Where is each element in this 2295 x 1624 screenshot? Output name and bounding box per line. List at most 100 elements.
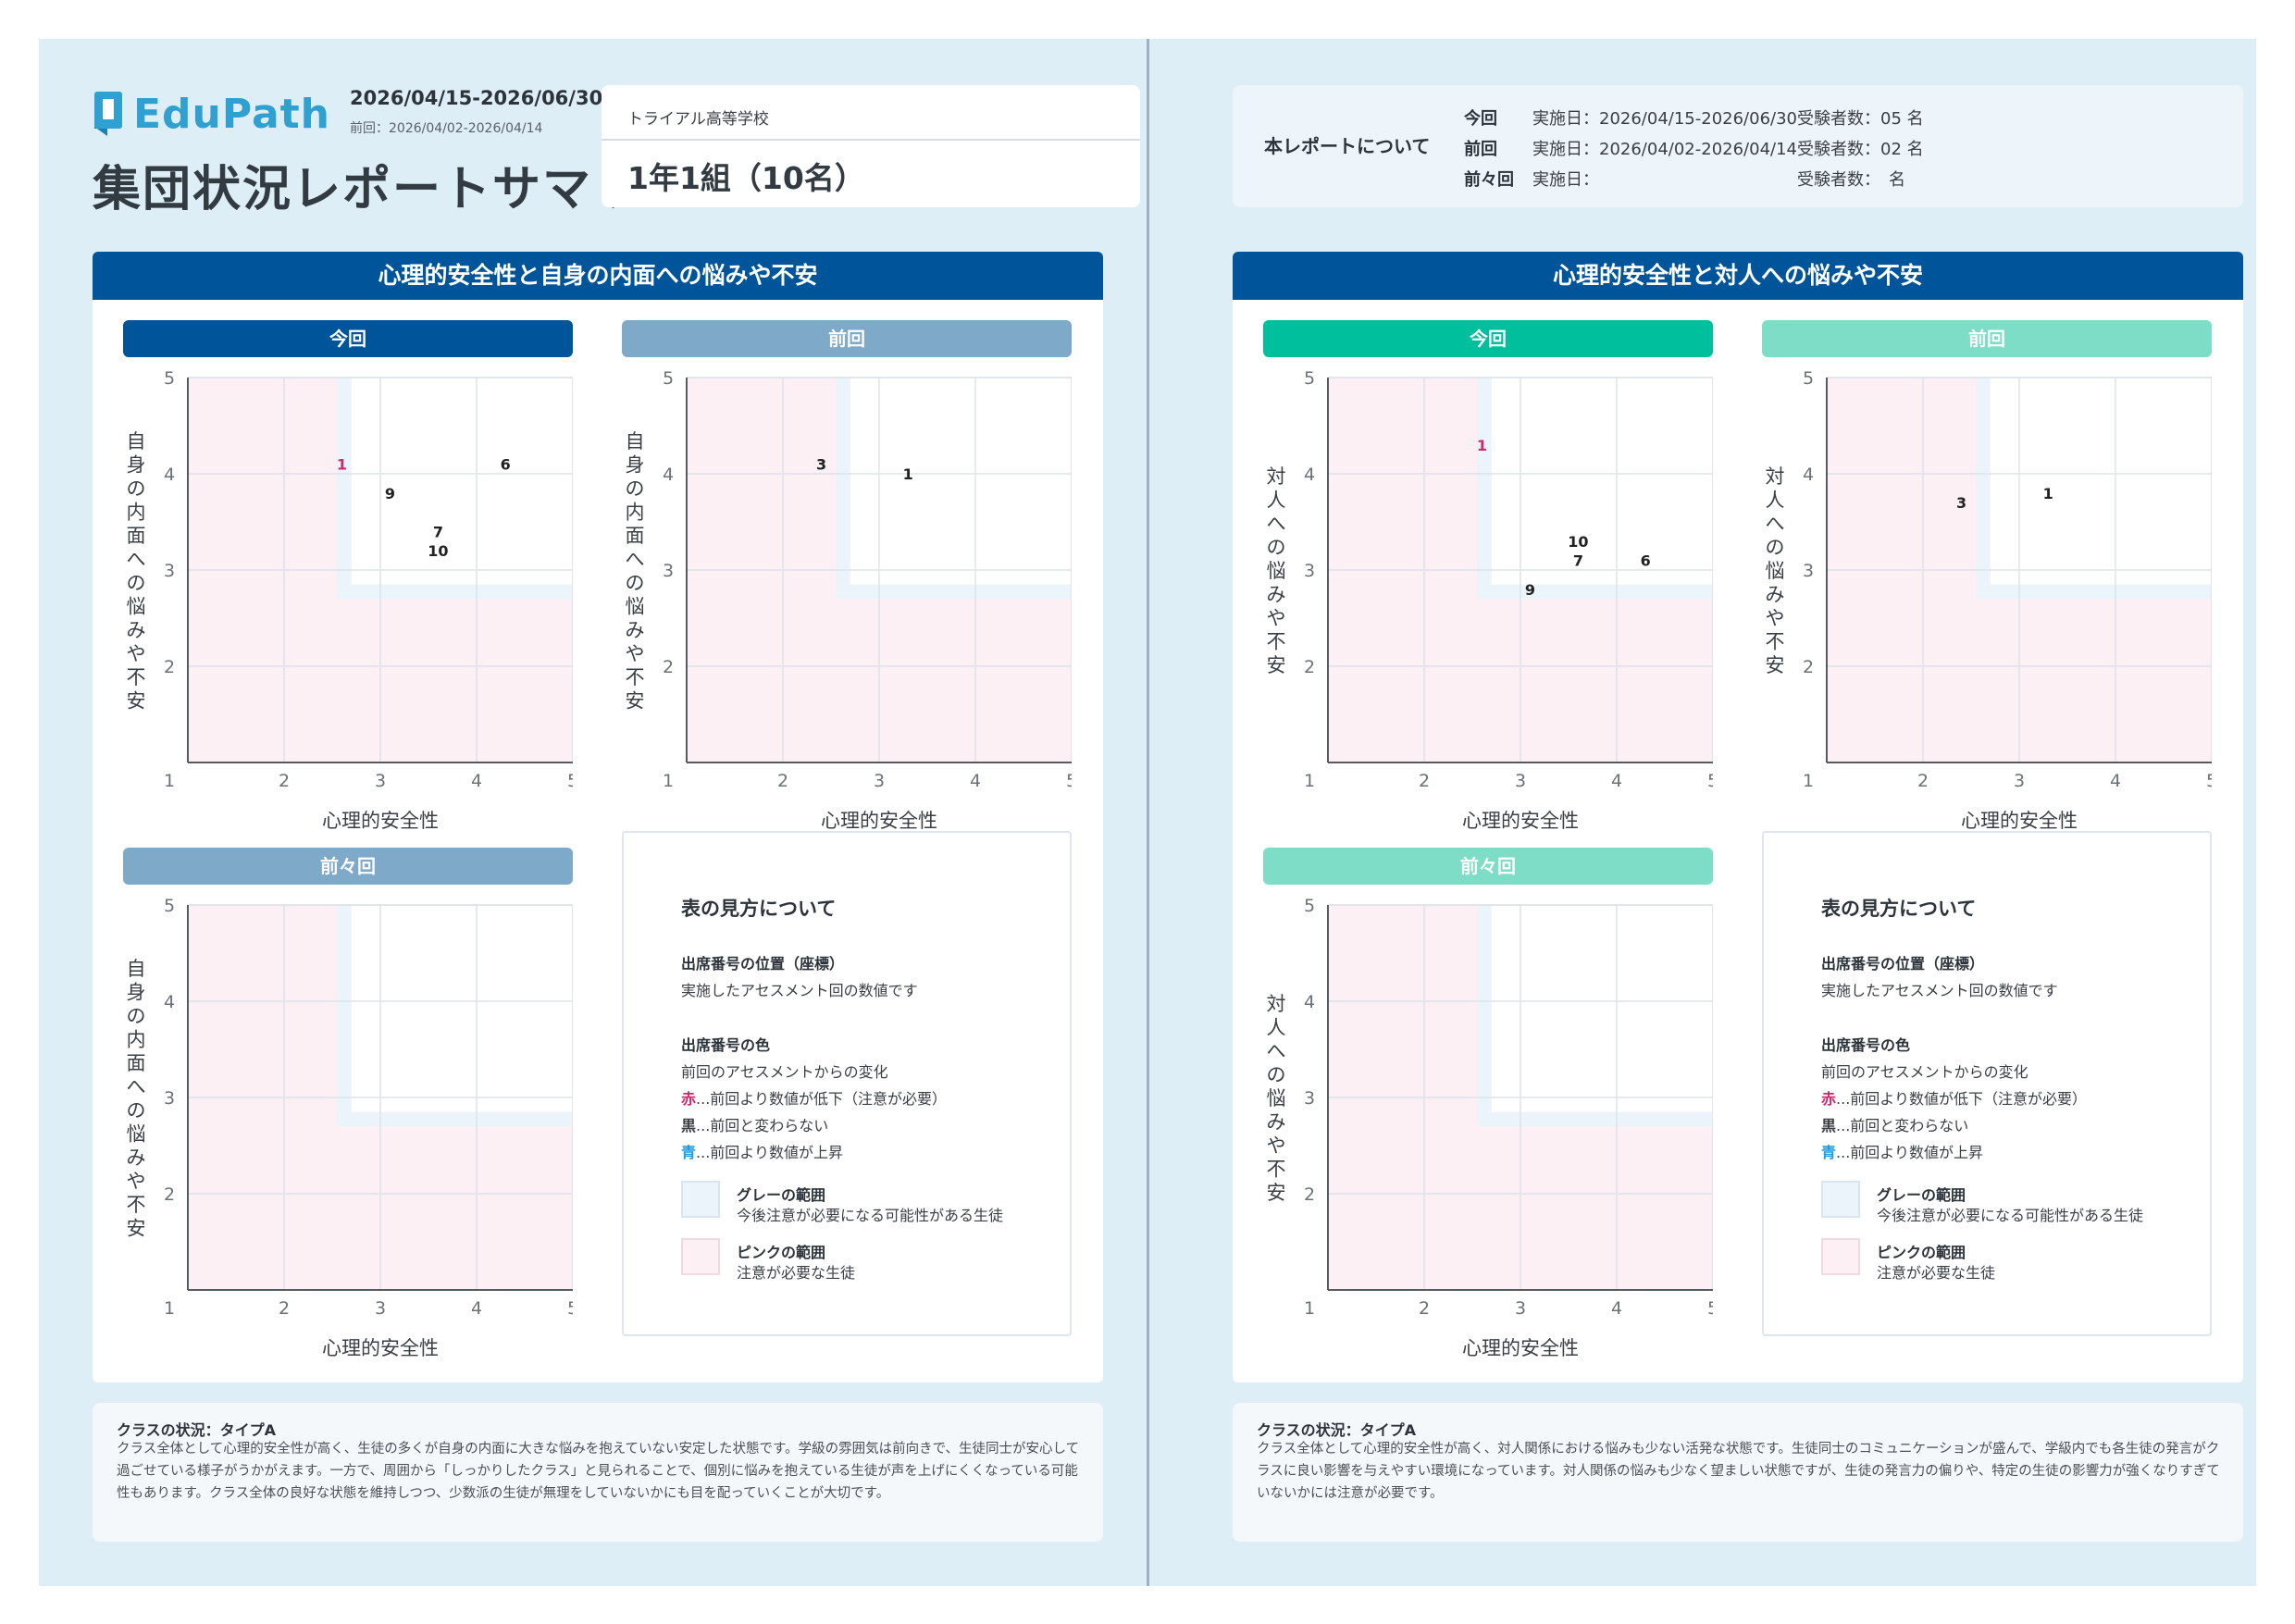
chart-previous: 前回 1 2 3 4 5 2 3 4 5 心理的安全性 対人への悩みや不安 3 1 (1762, 320, 2212, 829)
y-axis-label-char: み (626, 619, 645, 641)
y-axis-label-char: や (127, 642, 146, 664)
y-axis-label-char: 安 (626, 689, 645, 712)
x-tick-label: 4 (1611, 1298, 1622, 1319)
x-tick-label: 5 (2206, 771, 2212, 791)
student-point: 3 (1956, 494, 1966, 512)
about-row-date: 実施日：2026/04/15-2026/06/30 (1532, 109, 1797, 129)
y-tick-label: 2 (164, 657, 175, 677)
status-title: クラスの状況：タイプA (117, 1421, 277, 1439)
page-title: 集団状況レポートサマリ (93, 162, 643, 217)
legend-red-line: 赤...前回より数値が低下（注意が必要） (681, 1086, 947, 1109)
gray-zone-swatch (681, 1181, 720, 1218)
chart-label-current: 今回 (1263, 320, 1713, 357)
x-tick-label: 2 (1917, 771, 1929, 791)
y-axis-label-char: へ (626, 548, 645, 570)
left-page: EduPath 2026/04/15-2026/06/30 前回：2026/04… (39, 39, 1146, 1586)
y-axis-label-char: 不 (127, 666, 146, 688)
y-axis-label-char: 安 (1267, 654, 1286, 676)
legend-box: 表の見方について 出席番号の位置（座標） 実施したアセスメント回の数値です 出席… (1762, 831, 2212, 1336)
y-axis-label-char: の (127, 1005, 146, 1027)
y-axis-label-char: へ (1267, 1040, 1286, 1062)
x-tick-label: 5 (1707, 771, 1713, 791)
pink-zone-swatch (1821, 1238, 1860, 1275)
y-axis-label-char: の (1267, 1064, 1286, 1086)
inner-worry-panel: 心理的安全性と自身の内面への悩みや不安 今回 123452345心理的安全性自身… (93, 252, 1103, 1382)
y-axis-label-char: 悩 (1766, 560, 1785, 582)
x-tick-label: 1 (1304, 771, 1315, 791)
y-axis-label-char: の (127, 477, 146, 500)
pink-zone-swatch (681, 1238, 720, 1275)
y-tick-label: 2 (1304, 1184, 1315, 1205)
legend-pink-text: 注意が必要な生徒 (737, 1264, 856, 1282)
y-tick-label: 4 (1803, 465, 1814, 485)
student-point: 1 (2043, 485, 2053, 502)
legend-red-text: ...前回より数値が低下（注意が必要） (1836, 1090, 2087, 1108)
x-tick-label: 1 (1304, 1298, 1315, 1319)
y-axis-label-char: 内 (127, 1028, 146, 1050)
y-axis-label-char: 自 (127, 958, 146, 980)
legend-red-text: ...前回より数値が低下（注意が必要） (696, 1090, 947, 1108)
x-axis-label: 心理的安全性 (1961, 810, 2078, 829)
chart-two-before: 前々回 1 2 3 4 5 2 3 4 5 心理的安全性 対人への悩みや不安 (1263, 848, 1713, 1357)
legend-color-text: 前回のアセスメントからの変化 (1821, 1063, 2028, 1081)
legend-color-heading: 出席番号の色 (1821, 1036, 1911, 1054)
legend-red-word: 赤 (1821, 1090, 1837, 1108)
x-tick-label: 3 (1515, 771, 1526, 791)
y-axis-label-char: 悩 (626, 595, 645, 617)
legend-title: 表の見方について (681, 898, 837, 920)
x-tick-label: 4 (2110, 771, 2121, 791)
x-tick-label: 2 (1419, 771, 1430, 791)
legend-position-text: 実施したアセスメント回の数値です (681, 982, 918, 999)
about-report-card: 本レポートについて 今回 実施日：2026/04/15-2026/06/30 受… (1233, 85, 2243, 207)
legend-pink-heading: ピンクの範囲 (1877, 1244, 1966, 1261)
y-tick-label: 3 (164, 1088, 175, 1109)
y-tick-label: 3 (164, 561, 175, 581)
y-axis-label-char: 内 (127, 501, 146, 523)
x-tick-label: 3 (1515, 1298, 1526, 1319)
y-axis-label-char: や (1267, 607, 1286, 629)
y-axis-label-char: へ (1267, 513, 1286, 535)
class-status-box: クラスの状況：タイプA クラス全体として心理的安全性が高く、対人関係における悩み… (1233, 1403, 2243, 1542)
student-point: 7 (1573, 552, 1583, 570)
y-axis-label-char: 悩 (127, 595, 146, 617)
y-axis-label-char: 不 (1267, 631, 1286, 653)
y-axis-label-char: 悩 (127, 1122, 146, 1145)
scatter-chart: 123452345心理的安全性自身の内面への悩みや不安31 (626, 368, 1072, 829)
about-row-count: 受験者数： 名 (1797, 170, 1905, 190)
student-point: 1 (903, 465, 913, 483)
status-text: クラス全体として心理的安全性が高く、対人関係における悩みも少ない活発な状態です。… (1257, 1442, 2220, 1501)
y-axis-label-char: 対 (1267, 993, 1286, 1015)
legend-position-heading: 出席番号の位置（座標） (1821, 955, 1985, 973)
x-tick-label: 2 (279, 771, 290, 791)
y-axis-label-char: や (1267, 1134, 1286, 1157)
status-text: クラス全体として心理的安全性が高く、生徒の多くが自身の内面に大きな悩みを抱えてい… (117, 1442, 1080, 1501)
y-axis-label: 自身の内面への悩みや不安 (626, 430, 645, 713)
chart-previous: 前回 123452345心理的安全性自身の内面への悩みや不安31 (622, 320, 1072, 829)
x-tick-label: 5 (1066, 771, 1072, 791)
y-axis-label-char: 身 (626, 453, 645, 476)
legend-gray-heading: グレーの範囲 (1877, 1186, 1966, 1204)
y-axis-label-char: 面 (127, 525, 146, 547)
about-row-date: 実施日： (1532, 170, 1599, 190)
divider (602, 139, 1140, 141)
x-tick-label: 5 (1707, 1298, 1713, 1319)
interpersonal-worry-panel: 心理的安全性と対人への悩みや不安 今回 123452345心理的安全性対人への悩… (1233, 252, 2243, 1382)
legend-gray-text: 今後注意が必要になる可能性がある生徒 (737, 1207, 1004, 1224)
book-icon (93, 92, 124, 136)
x-tick-label: 1 (164, 1298, 175, 1319)
x-tick-label: 5 (567, 771, 573, 791)
legend-blue-text: ...前回より数値が上昇 (1836, 1144, 1983, 1161)
y-axis-label-char: 不 (127, 1194, 146, 1216)
y-axis-label-char: の (127, 1099, 146, 1122)
status-title: クラスの状況：タイプA (1257, 1421, 1417, 1439)
y-axis-label-char: の (626, 572, 645, 594)
y-axis-label-char: 身 (127, 453, 146, 476)
y-tick-label: 2 (1803, 657, 1814, 677)
chart-label-previous: 前回 (622, 320, 1072, 357)
legend-blue-word: 青 (1821, 1144, 1837, 1161)
legend-black-word: 黒 (1821, 1117, 1837, 1134)
y-axis-label-char: の (1766, 537, 1785, 559)
legend-color-text: 前回のアセスメントからの変化 (681, 1063, 888, 1081)
y-axis-label: 対人への悩みや不安 (1267, 465, 1286, 676)
chart-current: 今回 1 2 3 4 5 2 3 4 5 心理的安全性 対人への悩みや不安 1 107 6 9 (1263, 320, 1713, 829)
